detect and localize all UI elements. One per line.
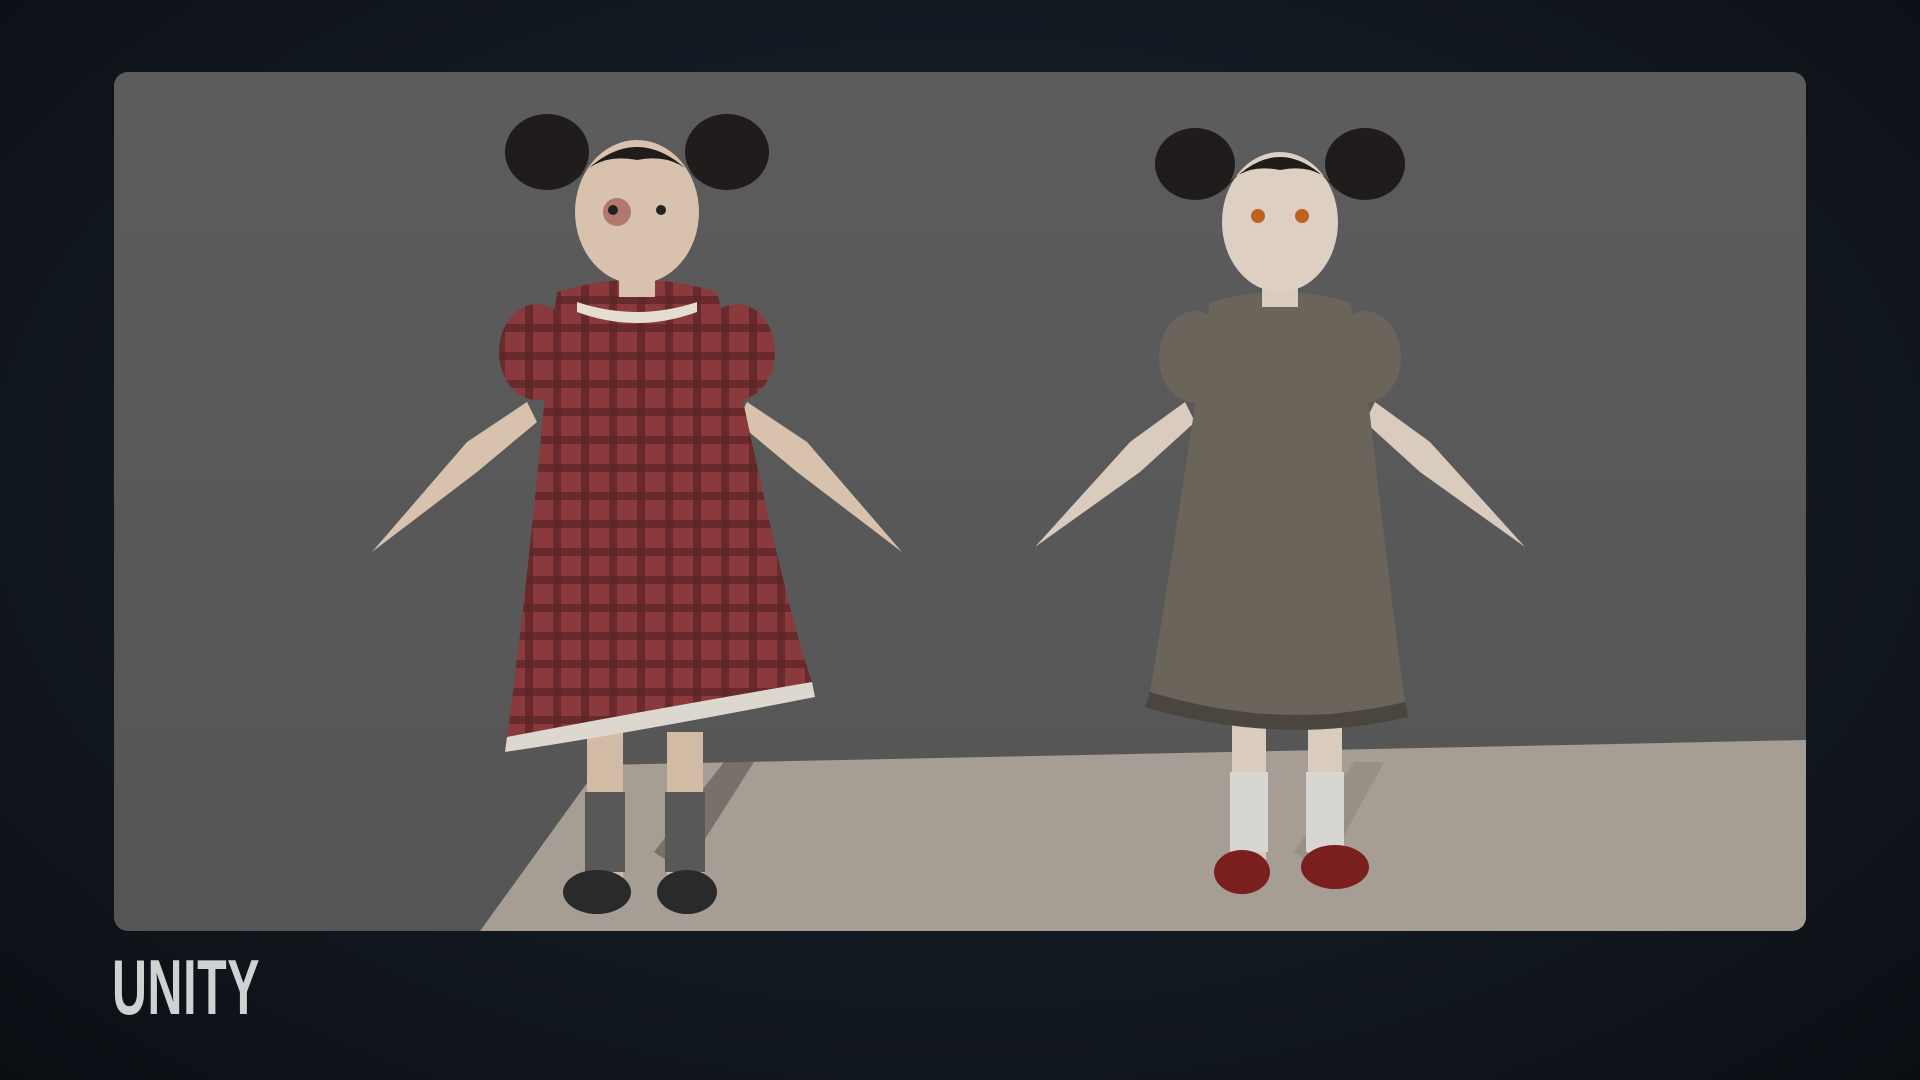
shoe <box>563 870 631 914</box>
shoe <box>657 870 717 914</box>
pigtail <box>505 114 589 190</box>
engine-caption: UNITY <box>112 943 261 1031</box>
pigtail <box>1325 128 1405 200</box>
shoe <box>1301 845 1369 889</box>
pigtail <box>1155 128 1235 200</box>
pigtail <box>685 114 769 190</box>
head <box>575 140 699 284</box>
scene <box>114 72 1806 931</box>
head <box>1222 152 1338 292</box>
shoe <box>1214 850 1270 894</box>
render-viewport <box>114 72 1806 931</box>
